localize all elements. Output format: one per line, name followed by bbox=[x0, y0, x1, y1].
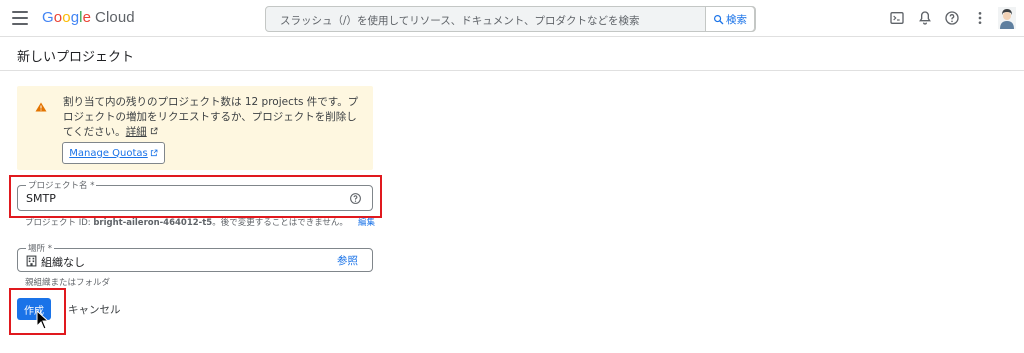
building-icon bbox=[26, 255, 37, 267]
project-id-value: bright-aileron-464012-t5 bbox=[93, 218, 213, 228]
warning-icon bbox=[35, 102, 47, 112]
browse-button[interactable]: 参照 bbox=[337, 253, 358, 268]
manage-quotas-button[interactable]: Manage Quotas bbox=[62, 142, 165, 164]
cancel-button[interactable]: キャンセル bbox=[68, 302, 121, 317]
project-id-prefix: プロジェクト ID: bbox=[25, 218, 94, 228]
location-field[interactable]: 場所 * 組織なし 参照 bbox=[17, 242, 373, 272]
cursor-icon bbox=[36, 310, 50, 330]
search-icon bbox=[714, 14, 724, 24]
project-id-suffix: 。後で変更することはできません。 bbox=[212, 218, 348, 228]
top-bar: Google Cloud スラッシュ（/）を使用してリソース、ドキュメント、プロダ… bbox=[0, 0, 1024, 37]
external-link-icon bbox=[150, 127, 158, 135]
location-hint: 親組織またはフォルダ bbox=[25, 278, 111, 288]
project-id-hint: プロジェクト ID: bright-aileron-464012-t5。後で変更… bbox=[25, 216, 375, 228]
details-link[interactable]: 詳細 bbox=[126, 126, 147, 138]
search-bar[interactable]: スラッシュ（/）を使用してリソース、ドキュメント、プロダクトなどを検索 検索 bbox=[265, 6, 756, 32]
terminal-icon[interactable] bbox=[889, 10, 905, 26]
bell-icon[interactable] bbox=[917, 10, 933, 26]
quota-warning: 割り当て内の残りのプロジェクト数は 12 projects 件です。プロジェクト… bbox=[17, 86, 373, 170]
warning-message: 割り当て内の残りのプロジェクト数は 12 projects 件です。プロジェクト… bbox=[63, 96, 359, 138]
edit-link[interactable]: 編集 bbox=[358, 218, 375, 228]
help-icon[interactable] bbox=[944, 10, 960, 26]
title-bar: 新しいプロジェクト bbox=[0, 37, 1024, 71]
more-vert-icon[interactable] bbox=[972, 10, 988, 26]
highlight-box-project-name bbox=[9, 175, 382, 218]
external-link-icon bbox=[150, 149, 158, 157]
search-button-label: 検索 bbox=[726, 13, 747, 26]
page-title: 新しいプロジェクト bbox=[17, 50, 135, 65]
manage-quotas-label: Manage Quotas bbox=[69, 147, 148, 159]
menu-icon[interactable] bbox=[12, 11, 28, 25]
google-cloud-logo[interactable]: Google Cloud bbox=[42, 9, 135, 26]
search-button[interactable]: 検索 bbox=[705, 6, 755, 32]
warning-text: 割り当て内の残りのプロジェクト数は 12 projects 件です。プロジェクト… bbox=[63, 95, 363, 140]
search-input[interactable]: スラッシュ（/）を使用してリソース、ドキュメント、プロダクトなどを検索 bbox=[280, 13, 640, 28]
location-value: 組織なし bbox=[41, 256, 85, 269]
avatar[interactable] bbox=[998, 7, 1016, 29]
location-label: 場所 * bbox=[26, 242, 54, 254]
